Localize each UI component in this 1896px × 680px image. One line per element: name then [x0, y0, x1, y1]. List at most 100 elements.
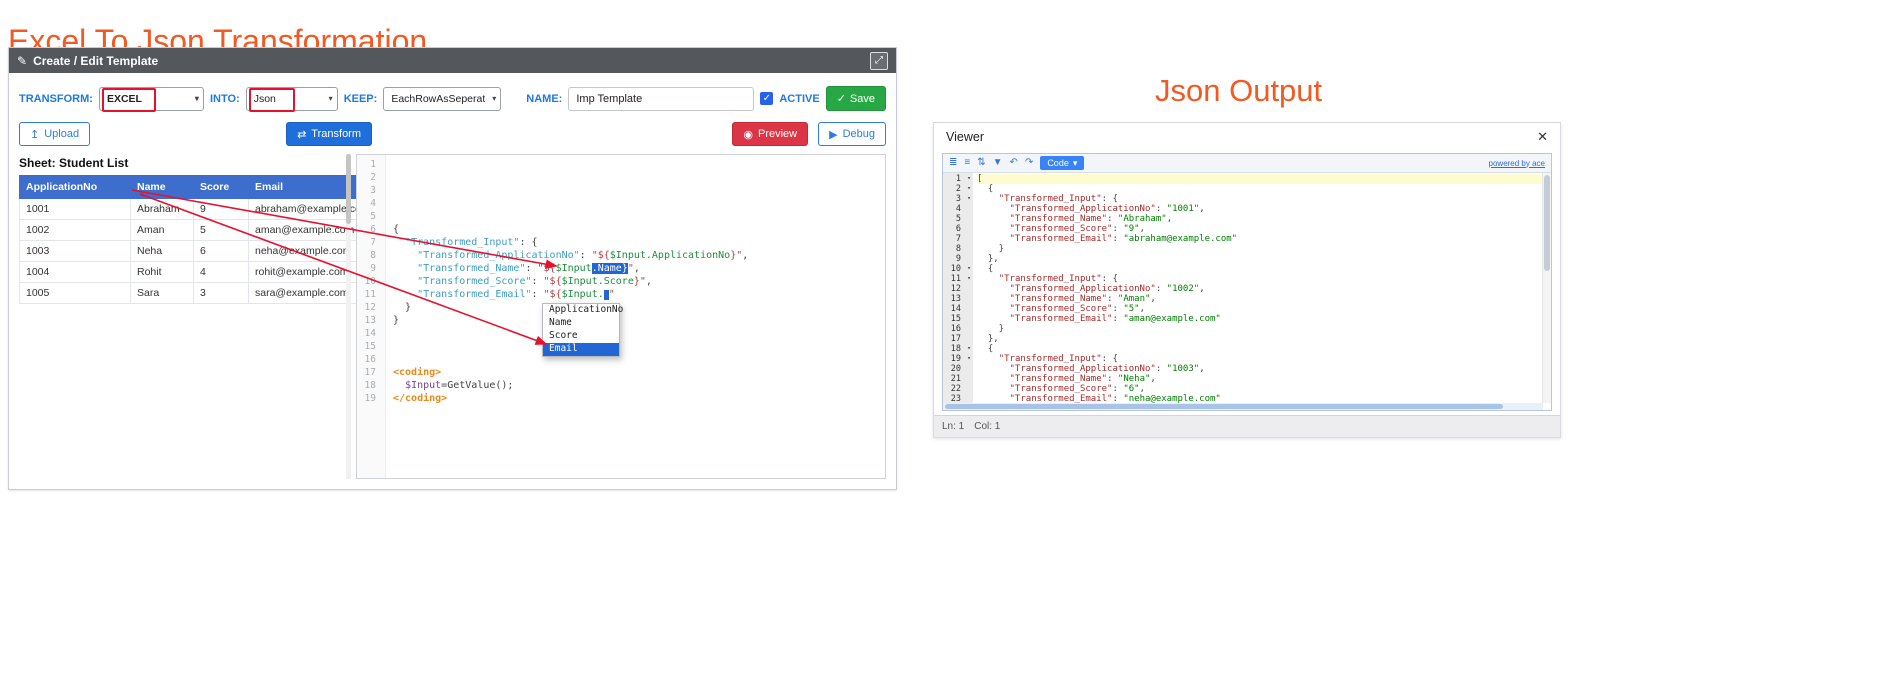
column-header-score[interactable]: Score [193, 175, 249, 199]
close-icon[interactable]: ✕ [1537, 129, 1548, 145]
active-checkbox[interactable]: ✓ [760, 92, 774, 105]
autocomplete-item-name[interactable]: Name [543, 317, 619, 330]
horizontal-scrollbar[interactable] [943, 403, 1543, 410]
code-line[interactable]: "Transformed_Name": "Aman", [977, 294, 1551, 304]
code-line[interactable]: <coding> [393, 367, 885, 380]
play-icon: ▶ [829, 128, 838, 141]
powered-by-ace-link[interactable]: powered by ace [1489, 159, 1545, 168]
code-line[interactable] [393, 328, 885, 341]
template-code-editor[interactable]: 1 2 3 4 5 6 7 8 9 10 11 12 13 14 15 16 17 18 19 { "Transfo… [356, 154, 886, 479]
json-editor-content[interactable]: [ { "Transformed_Input": { "Transformed_… [973, 173, 1551, 410]
transform-source-select[interactable]: EXCEL ▾ [98, 86, 204, 112]
code-token: , [1139, 384, 1145, 394]
code-line[interactable]: "Transformed_Input": { [977, 354, 1551, 364]
template-name-input[interactable] [568, 86, 755, 111]
code-line[interactable] [393, 211, 885, 224]
code-line[interactable]: </coding> [393, 393, 885, 406]
code-line[interactable]: "Transformed_Input": { [977, 274, 1551, 284]
scrollbar-thumb[interactable] [346, 154, 351, 224]
code-line[interactable]: } [977, 324, 1551, 334]
fold-toggle-icon[interactable]: ▾ [967, 354, 971, 362]
code-line[interactable]: $Input=GetValue(); [393, 380, 885, 393]
code-line[interactable]: "Transformed_Score": "5", [977, 304, 1551, 314]
table-row[interactable]: 1003 Neha 6 neha@example.com [19, 240, 396, 262]
code-token: : [1112, 314, 1124, 324]
sheet-scrollbar[interactable] [346, 154, 351, 479]
table-row[interactable]: 1005 Sara 3 sara@example.com [19, 282, 396, 304]
debug-button[interactable]: ▶ Debug [818, 122, 886, 146]
code-line[interactable]: "Transformed_Email": "abraham@example.co… [977, 234, 1551, 244]
code-line[interactable]: "Transformed_Email": "${$Input. " [393, 289, 885, 302]
code-line[interactable]: "Transformed_ApplicationNo": "1003", [977, 364, 1551, 374]
format-icon[interactable]: ≣ [949, 158, 957, 168]
code-token: "Transformed_ApplicationNo" [1009, 364, 1156, 374]
code-line[interactable]: "Transformed_ApplicationNo": "1001", [977, 204, 1551, 214]
upload-button[interactable]: ↥ Upload [19, 122, 91, 146]
sort-icon[interactable]: ⇅ [977, 158, 985, 168]
compact-icon[interactable]: ≡ [964, 158, 970, 168]
code-line[interactable]: "Transformed_Score": "9", [977, 224, 1551, 234]
code-line[interactable]: }, [977, 254, 1551, 264]
fold-toggle-icon[interactable]: ▾ [967, 274, 971, 282]
code-line[interactable]: "Transformed_Name": "${$Input.Name}", [393, 263, 885, 276]
keep-select[interactable]: EachRowAsSeperateP ▾ [383, 86, 502, 111]
code-line[interactable]: { [977, 184, 1551, 194]
code-line[interactable]: } [393, 302, 885, 315]
line-number: 16 [364, 354, 376, 365]
scrollbar-thumb[interactable] [1544, 175, 1550, 271]
fold-toggle-icon[interactable]: ▾ [967, 194, 971, 202]
code-line[interactable]: "Transformed_Email": "aman@example.com" [977, 314, 1551, 324]
save-button[interactable]: ✓ Save [825, 86, 886, 111]
code-token: : [1155, 364, 1167, 374]
fold-toggle-icon[interactable]: ▾ [967, 174, 971, 182]
code-line[interactable]: { [393, 224, 885, 237]
preview-button[interactable]: ◉ Preview [732, 122, 809, 146]
redo-icon[interactable]: ↷ [1025, 158, 1033, 168]
code-line[interactable]: } [393, 315, 885, 328]
vertical-scrollbar[interactable] [1542, 173, 1551, 403]
code-line[interactable]: "Transformed_Score": "${$Input.Score}", [393, 276, 885, 289]
code-line[interactable] [393, 185, 885, 198]
code-editor-area[interactable]: { "Transformed_Input": { "Transformed_Ap… [386, 155, 885, 478]
code-token: : [525, 263, 538, 274]
transform-button[interactable]: ⇄ Transform [286, 122, 373, 146]
code-line[interactable]: "Transformed_ApplicationNo": "1002", [977, 284, 1551, 294]
table-row[interactable]: 1004 Rohit 4 rohit@example.com [19, 261, 396, 283]
code-line[interactable] [393, 172, 885, 185]
code-line[interactable]: { [977, 344, 1551, 354]
column-header-applicationno[interactable]: ApplicationNo [19, 175, 131, 199]
autocomplete-item-applicationno[interactable]: ApplicationNo [543, 304, 623, 317]
autocomplete-item-score[interactable]: Score [543, 330, 619, 343]
chevron-down-icon: ▾ [328, 94, 333, 103]
code-line[interactable] [393, 198, 885, 211]
code-line[interactable]: [ [977, 174, 1551, 184]
table-row[interactable]: 1001 Abraham 9 abraham@example.com [19, 198, 396, 220]
line-number: 12 [364, 302, 376, 313]
into-select[interactable]: Json ▾ [245, 86, 338, 112]
code-line[interactable]: } [977, 244, 1551, 254]
code-line[interactable]: "Transformed_Name": "Neha", [977, 374, 1551, 384]
column-header-name[interactable]: Name [130, 175, 194, 199]
code-line[interactable]: "Transformed_Name": "Abraham", [977, 214, 1551, 224]
fold-toggle-icon[interactable]: ▾ [967, 344, 971, 352]
mode-select-button[interactable]: Code ▾ [1040, 156, 1085, 170]
json-editor-body[interactable]: 1 ▾ 2 ▾ 3 ▾ 4 5 6 7 8 9 10 ▾ 11 ▾ 12 13 14 15 16 17 18 ▾ 19 ▾ 20 21… [943, 173, 1551, 410]
code-line[interactable]: "Transformed_Score": "6", [977, 384, 1551, 394]
code-line[interactable]: }, [977, 334, 1551, 344]
code-line[interactable]: "Transformed_ApplicationNo": "${$Input.A… [393, 250, 885, 263]
code-line[interactable] [393, 354, 885, 367]
table-row[interactable]: 1002 Aman 5 aman@example.com [19, 219, 396, 241]
code-line[interactable] [393, 341, 885, 354]
fold-toggle-icon[interactable]: ▾ [967, 264, 971, 272]
undo-icon[interactable]: ↶ [1010, 158, 1018, 168]
expand-icon[interactable]: ⤢ [870, 51, 888, 70]
scrollbar-thumb[interactable] [945, 404, 1503, 409]
fold-toggle-icon[interactable]: ▾ [967, 184, 971, 192]
code-line[interactable]: "Transformed_Input": { [977, 194, 1551, 204]
code-line[interactable] [393, 159, 885, 172]
code-token: , [1150, 374, 1156, 384]
code-line[interactable]: "Transformed_Input": { [393, 237, 885, 250]
autocomplete-item-email[interactable]: Email [543, 343, 619, 356]
filter-icon[interactable]: ▼ [993, 158, 1003, 168]
code-line[interactable]: { [977, 264, 1551, 274]
